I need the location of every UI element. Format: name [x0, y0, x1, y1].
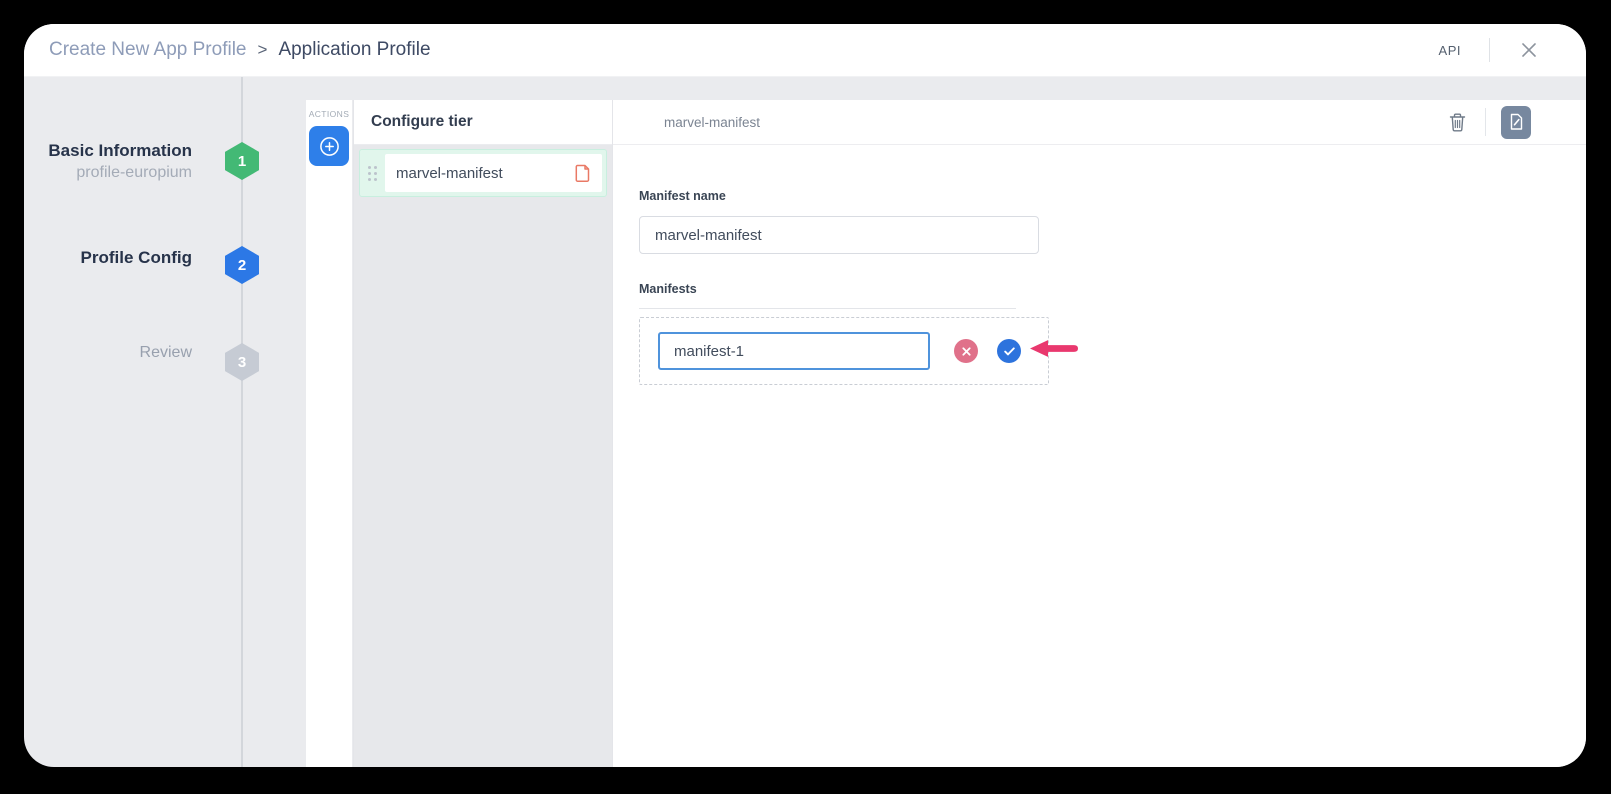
new-manifest-input[interactable]	[658, 332, 930, 370]
step-title: Basic Information	[24, 140, 192, 162]
step-basic-information-label[interactable]: Basic Information profile-europium	[24, 140, 192, 184]
manifest-name-label: Manifest name	[639, 189, 1586, 203]
delete-manifest-button[interactable]	[1444, 109, 1470, 135]
actions-panel-label: ACTIONS	[306, 100, 352, 119]
manifest-detail-panel: marvel-manifest	[612, 100, 1586, 767]
create-app-profile-modal: Create New App Profile > Application Pro…	[24, 24, 1586, 767]
circle-plus-icon	[318, 135, 341, 158]
detail-toolbar	[1444, 106, 1586, 139]
step-number: 2	[238, 257, 246, 274]
manifest-edit-container	[639, 317, 1049, 385]
detail-panel-header: marvel-manifest	[613, 100, 1586, 145]
cancel-x-icon	[962, 347, 971, 356]
add-tier-button[interactable]	[309, 126, 349, 166]
close-button[interactable]	[1518, 39, 1540, 61]
confirm-check-icon	[1004, 347, 1015, 356]
step-subtitle: profile-europium	[24, 162, 192, 184]
tier-panel-header: Configure tier	[354, 100, 612, 145]
tier-item-card: marvel-manifest	[385, 154, 602, 192]
breadcrumb: Create New App Profile > Application Pro…	[24, 39, 431, 61]
step-title: Review	[24, 344, 192, 362]
tier-list-item-selected[interactable]: marvel-manifest	[359, 149, 607, 197]
step-number: 3	[238, 354, 246, 371]
modal-header: Create New App Profile > Application Pro…	[24, 24, 1586, 77]
actions-panel: ACTIONS	[306, 100, 352, 767]
manifest-name-input[interactable]	[639, 216, 1039, 254]
step-profile-config-label[interactable]: Profile Config	[24, 247, 192, 269]
drag-handle-icon	[368, 166, 377, 181]
cancel-manifest-button[interactable]	[954, 339, 978, 363]
tier-panel-title: Configure tier	[371, 113, 473, 131]
tier-item-name: marvel-manifest	[396, 165, 575, 182]
breadcrumb-current: Application Profile	[278, 39, 430, 61]
tier-list-panel: Configure tier marvel-manifest	[353, 100, 612, 767]
breadcrumb-separator: >	[258, 40, 268, 60]
step-number: 1	[238, 153, 246, 170]
api-button[interactable]: API	[1439, 43, 1461, 58]
file-edit-icon	[1509, 113, 1524, 131]
step-review-label[interactable]: Review	[24, 344, 192, 362]
header-actions: API	[1439, 38, 1586, 62]
wizard-stepper: Basic Information profile-europium 1 Pro…	[24, 77, 297, 767]
breadcrumb-root[interactable]: Create New App Profile	[49, 39, 247, 61]
manifest-form: Manifest name Manifests	[613, 145, 1586, 385]
step-3-hexagon-badge[interactable]: 3	[225, 343, 259, 381]
step-2-hexagon-badge[interactable]: 2	[225, 246, 259, 284]
trash-icon	[1448, 112, 1467, 133]
modal-body: Basic Information profile-europium 1 Pro…	[24, 77, 1586, 767]
close-icon	[1520, 41, 1538, 59]
manifests-section-divider	[639, 308, 1016, 309]
manifests-label: Manifests	[639, 282, 1586, 296]
edit-manifest-file-button[interactable]	[1501, 106, 1531, 139]
toolbar-divider	[1485, 108, 1486, 136]
header-divider	[1489, 38, 1490, 62]
step-title: Profile Config	[24, 247, 192, 269]
tier-list: marvel-manifest	[354, 145, 612, 767]
step-1-hexagon-badge[interactable]: 1	[225, 142, 259, 180]
detail-panel-title: marvel-manifest	[664, 115, 760, 130]
annotation-arrow-icon	[1030, 339, 1078, 364]
manifest-file-icon	[575, 164, 591, 183]
manifest-edit-row	[639, 317, 1049, 385]
stepper-connector-line	[241, 77, 243, 767]
confirm-manifest-button[interactable]	[997, 339, 1021, 363]
drag-handle[interactable]	[360, 166, 385, 181]
